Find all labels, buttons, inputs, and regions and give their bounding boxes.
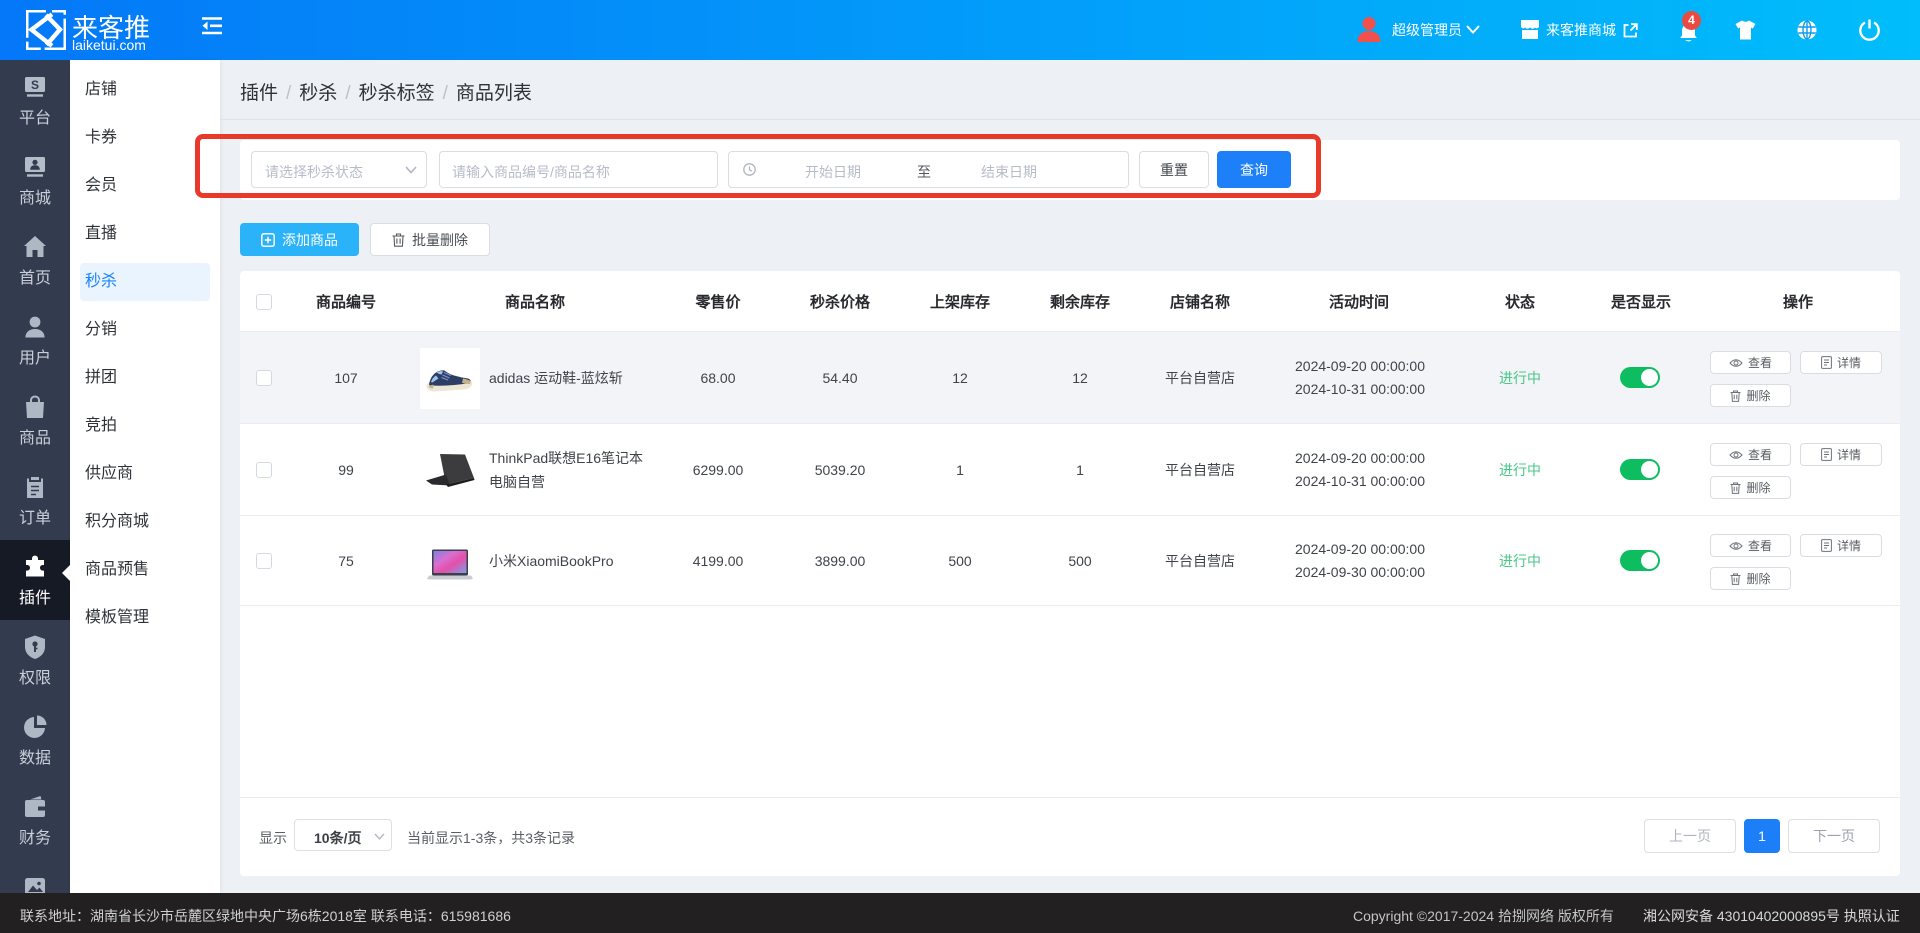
- svg-text:S: S: [31, 78, 39, 92]
